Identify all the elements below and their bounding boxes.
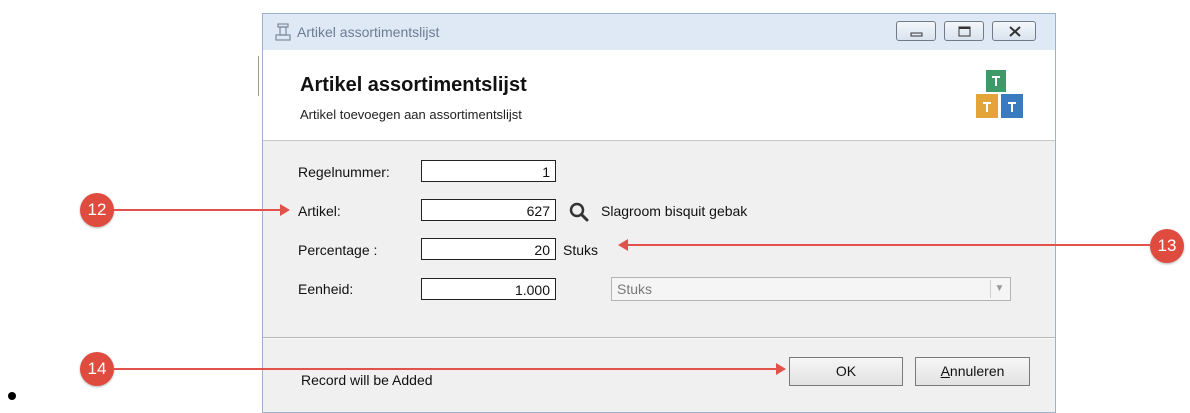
percentage-unit: Stuks [563, 242, 599, 258]
cancel-label: nnuleren [949, 363, 1005, 379]
cancel-button[interactable]: Annuleren [915, 357, 1030, 386]
artikel-label: Artikel: [298, 203, 341, 219]
eenheid-select-value: Stuks [617, 281, 653, 297]
arrow-12-line [114, 209, 280, 211]
artikel-description: Slagroom bisquit gebak [601, 203, 748, 219]
minimize-button[interactable] [896, 21, 936, 41]
percentage-label: Percentage : [298, 242, 378, 258]
search-icon[interactable] [568, 201, 590, 223]
dialog-header: Artikel assortimentslijst Artikel toevoe… [263, 50, 1055, 141]
app-icon [275, 23, 291, 41]
footer-divider [263, 337, 1055, 339]
regelnummer-field[interactable]: 1 [421, 160, 556, 182]
background-edge-line [258, 56, 259, 96]
status-text: Record will be Added [301, 372, 433, 388]
arrow-13-line [628, 244, 1150, 246]
maximize-icon [958, 26, 971, 37]
chevron-down-icon[interactable]: ▼ [990, 280, 1008, 298]
regelnummer-label: Regelnummer: [298, 164, 390, 180]
eenheid-label: Eenheid: [298, 281, 354, 297]
bullet-dot [8, 392, 16, 400]
ok-button[interactable]: OK [789, 357, 903, 386]
callout-13: 13 [1150, 229, 1184, 263]
arrow-12-head [280, 204, 290, 216]
title-bar[interactable]: Artikel assortimentslijst [263, 14, 1055, 51]
callout-14: 14 [80, 352, 114, 386]
minimize-icon [910, 32, 923, 37]
close-icon [1009, 26, 1021, 37]
callout-12: 12 [80, 193, 114, 227]
dialog-window: Artikel assortimentslijst Artikel assort… [262, 13, 1056, 413]
close-button[interactable] [992, 21, 1036, 41]
header-subtitle: Artikel toevoegen aan assortimentslijst [300, 107, 522, 122]
arrow-14-line [114, 368, 776, 370]
artikel-field[interactable]: 627 [421, 199, 556, 221]
window-title: Artikel assortimentslijst [297, 24, 440, 40]
arrow-14-head [776, 363, 786, 375]
eenheid-select[interactable]: Stuks ▼ [611, 277, 1011, 301]
eenheid-field[interactable]: 1.000 [421, 278, 556, 300]
header-title: Artikel assortimentslijst [300, 74, 527, 96]
maximize-button[interactable] [944, 21, 984, 41]
percentage-field[interactable]: 20 [421, 238, 556, 260]
boxes-icon [976, 70, 1023, 118]
cancel-accelerator: A [940, 363, 950, 379]
arrow-13-head [618, 239, 628, 251]
